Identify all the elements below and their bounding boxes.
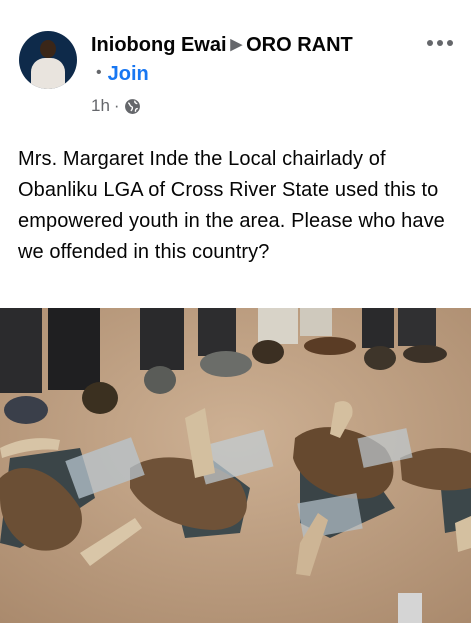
post-meta: 1h ·: [91, 96, 141, 116]
author-name[interactable]: Iniobong Ewai: [91, 34, 227, 56]
post-text: Mrs. Margaret Inde the Local chairlady o…: [18, 148, 445, 263]
join-row: • Join: [96, 63, 149, 86]
post-header: Iniobong Ewai ▶ ORO RANT • Join 1h ·: [0, 0, 471, 125]
post-photo[interactable]: [0, 308, 471, 623]
post-timestamp[interactable]: 1h: [91, 96, 110, 116]
author-line: Iniobong Ewai ▶ ORO RANT: [91, 34, 353, 57]
separator-dot-icon: ·: [113, 96, 120, 115]
separator-dot-icon: •: [96, 64, 102, 81]
author-avatar[interactable]: [19, 31, 77, 89]
avatar-figure-head: [40, 40, 56, 58]
join-group-button[interactable]: Join: [108, 63, 149, 85]
avatar-figure: [31, 58, 65, 89]
globe-icon[interactable]: [124, 98, 141, 115]
group-name[interactable]: ORO RANT: [246, 34, 353, 56]
more-options-icon[interactable]: [427, 38, 453, 48]
triangle-right-icon: ▶: [230, 36, 243, 53]
photo-illustration: [0, 308, 471, 623]
